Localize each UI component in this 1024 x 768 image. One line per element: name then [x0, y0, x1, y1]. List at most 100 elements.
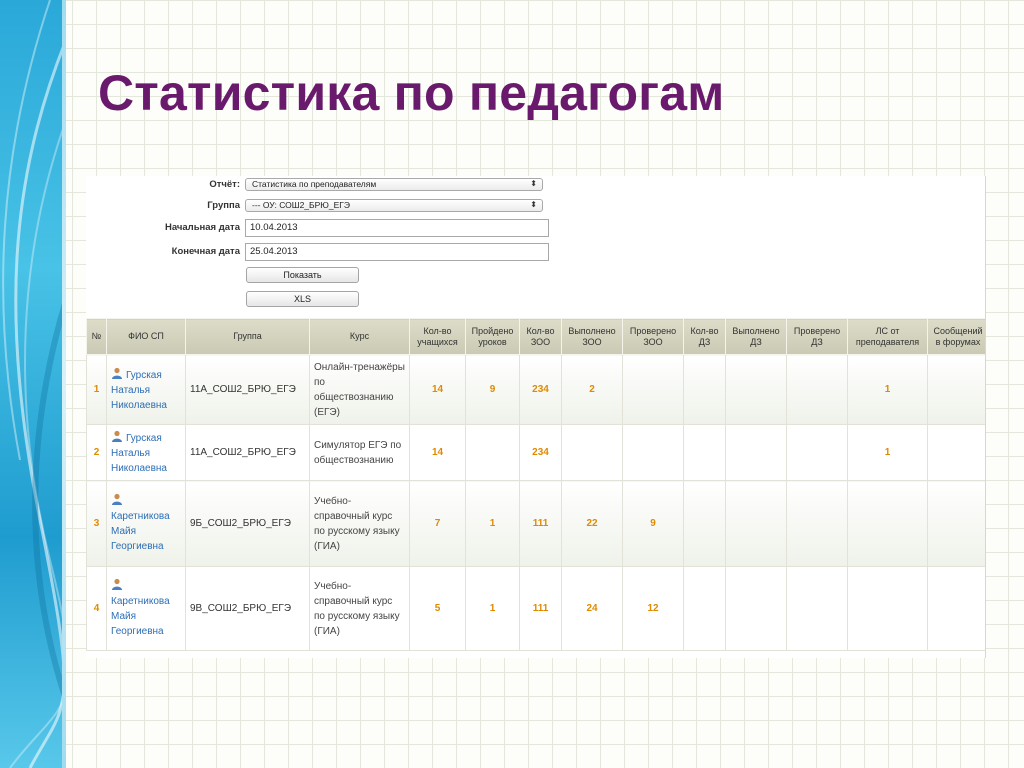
table-row: 4 Каретникова Майя Георгиевна 9В_СОШ2_БР…	[86, 566, 985, 651]
teacher-name-cell[interactable]: Каретникова Майя Георгиевна	[106, 566, 186, 651]
dz-checked-cell	[786, 566, 848, 651]
group-cell: 9Б_СОШ2_БРЮ_ЕГЭ	[185, 480, 310, 567]
header-cell[interactable]: Выполнено ЗОО	[561, 318, 623, 355]
slide-title: Статистика по педагогам	[98, 65, 725, 121]
header-cell[interactable]: Проверено ЗОО	[622, 318, 684, 355]
header-cell[interactable]: Курс	[309, 318, 410, 355]
report-select[interactable]: Статистика по преподавателям ⬍	[245, 178, 543, 191]
course-cell: Онлайн-тренажёры по обществознанию (ЕГЭ)	[309, 354, 410, 425]
header-cell[interactable]: Кол-во ЗОО	[519, 318, 562, 355]
report-row: Отчёт: Статистика по преподавателям ⬍	[86, 176, 985, 194]
teacher-name-cell[interactable]: Гурская Наталья Николаевна	[106, 424, 186, 481]
show-button[interactable]: Показать	[246, 267, 359, 283]
header-cell[interactable]: Кол-во учащихся	[409, 318, 466, 355]
students-cell[interactable]: 14	[409, 354, 466, 425]
students-cell[interactable]: 5	[409, 566, 466, 651]
zoo-count-cell[interactable]: 234	[519, 424, 562, 481]
teacher-name-link[interactable]: Каретникова Майя Георгиевна	[111, 596, 170, 637]
zoo-checked-cell	[622, 424, 684, 481]
forum-cell	[927, 480, 985, 567]
header-cell[interactable]: Сообщений в форумах	[927, 318, 985, 355]
header-cell[interactable]: Выполнено ДЗ	[725, 318, 787, 355]
dz-count-cell	[683, 480, 726, 567]
dz-count-cell	[683, 566, 726, 651]
zoo-checked-cell[interactable]: 12	[622, 566, 684, 651]
header-cell[interactable]: ЛС от преподавателя	[847, 318, 928, 355]
start-date-row: Начальная дата 10.04.2013	[86, 219, 985, 237]
dz-count-cell	[683, 354, 726, 425]
select-arrows-icon: ⬍	[530, 200, 537, 209]
group-cell: 11А_СОШ2_БРЮ_ЕГЭ	[185, 424, 310, 481]
ls-cell[interactable]: 1	[847, 424, 928, 481]
lessons-cell[interactable]: 1	[465, 566, 520, 651]
header-cell[interactable]: №	[86, 318, 107, 355]
row-index: 4	[86, 566, 107, 651]
header-cell[interactable]: ФИО СП	[106, 318, 186, 355]
zoo-done-cell	[561, 424, 623, 481]
dz-done-cell	[725, 424, 787, 481]
dz-checked-cell	[786, 354, 848, 425]
course-cell: Симулятор ЕГЭ по обществознанию	[309, 424, 410, 481]
xls-button[interactable]: XLS	[246, 291, 359, 307]
dz-count-cell	[683, 424, 726, 481]
decorative-side-band	[0, 0, 66, 768]
user-icon	[112, 367, 122, 379]
ls-cell	[847, 566, 928, 651]
row-index: 3	[86, 480, 107, 567]
decorative-edge	[62, 0, 66, 768]
end-date-input[interactable]: 25.04.2013	[245, 243, 549, 261]
zoo-count-cell[interactable]: 234	[519, 354, 562, 425]
students-cell[interactable]: 14	[409, 424, 466, 481]
zoo-done-cell[interactable]: 2	[561, 354, 623, 425]
ls-cell[interactable]: 1	[847, 354, 928, 425]
header-cell[interactable]: Кол-во ДЗ	[683, 318, 726, 355]
table-row: 3 Каретникова Майя Георгиевна 9Б_СОШ2_БР…	[86, 480, 985, 567]
table-row: 1 Гурская Наталья Николаевна 11А_СОШ2_БР…	[86, 354, 985, 425]
lessons-cell	[465, 424, 520, 481]
course-cell: Учебно-справочный курс по русскому языку…	[309, 480, 410, 567]
dz-checked-cell	[786, 424, 848, 481]
report-select-value: Статистика по преподавателям	[252, 179, 377, 189]
dz-checked-cell	[786, 480, 848, 567]
header-cell[interactable]: Пройдено уроков	[465, 318, 520, 355]
ls-cell	[847, 480, 928, 567]
report-label: Отчёт:	[209, 179, 240, 190]
group-select-value: --- ОУ: СОШ2_БРЮ_ЕГЭ	[252, 200, 350, 210]
zoo-checked-cell[interactable]: 9	[622, 480, 684, 567]
start-date-input[interactable]: 10.04.2013	[245, 219, 549, 237]
dz-done-cell	[725, 354, 787, 425]
select-arrows-icon: ⬍	[530, 179, 537, 188]
header-cell[interactable]: Проверено ДЗ	[786, 318, 848, 355]
zoo-done-cell[interactable]: 22	[561, 480, 623, 567]
zoo-done-cell[interactable]: 24	[561, 566, 623, 651]
group-row: Группа --- ОУ: СОШ2_БРЮ_ЕГЭ ⬍	[86, 197, 985, 215]
end-date-label: Конечная дата	[171, 246, 240, 257]
start-date-label: Начальная дата	[164, 222, 240, 233]
teacher-name-cell[interactable]: Каретникова Майя Георгиевна	[106, 480, 186, 567]
header-cell[interactable]: Группа	[185, 318, 310, 355]
user-icon	[112, 430, 122, 442]
teacher-stats-table: № ФИО СП Группа Курс Кол-во учащихся Про…	[86, 318, 985, 651]
lessons-cell[interactable]: 1	[465, 480, 520, 567]
zoo-count-cell[interactable]: 111	[519, 480, 562, 567]
dz-done-cell	[725, 480, 787, 567]
lessons-cell[interactable]: 9	[465, 354, 520, 425]
dz-done-cell	[725, 566, 787, 651]
table-header-row: № ФИО СП Группа Курс Кол-во учащихся Про…	[86, 318, 985, 355]
teacher-name-link[interactable]: Каретникова Майя Георгиевна	[111, 511, 170, 552]
forum-cell	[927, 566, 985, 651]
zoo-count-cell[interactable]: 111	[519, 566, 562, 651]
teacher-name-cell[interactable]: Гурская Наталья Николаевна	[106, 354, 186, 425]
end-date-row: Конечная дата 25.04.2013	[86, 243, 985, 261]
forum-cell	[927, 354, 985, 425]
table-row: 2 Гурская Наталья Николаевна 11А_СОШ2_БР…	[86, 424, 985, 481]
user-icon	[112, 578, 122, 590]
zoo-checked-cell	[622, 354, 684, 425]
forum-cell	[927, 424, 985, 481]
group-select[interactable]: --- ОУ: СОШ2_БРЮ_ЕГЭ ⬍	[245, 199, 543, 212]
students-cell[interactable]: 7	[409, 480, 466, 567]
course-cell: Учебно-справочный курс по русскому языку…	[309, 566, 410, 651]
row-index: 2	[86, 424, 107, 481]
group-cell: 11А_СОШ2_БРЮ_ЕГЭ	[185, 354, 310, 425]
user-icon	[112, 493, 122, 505]
